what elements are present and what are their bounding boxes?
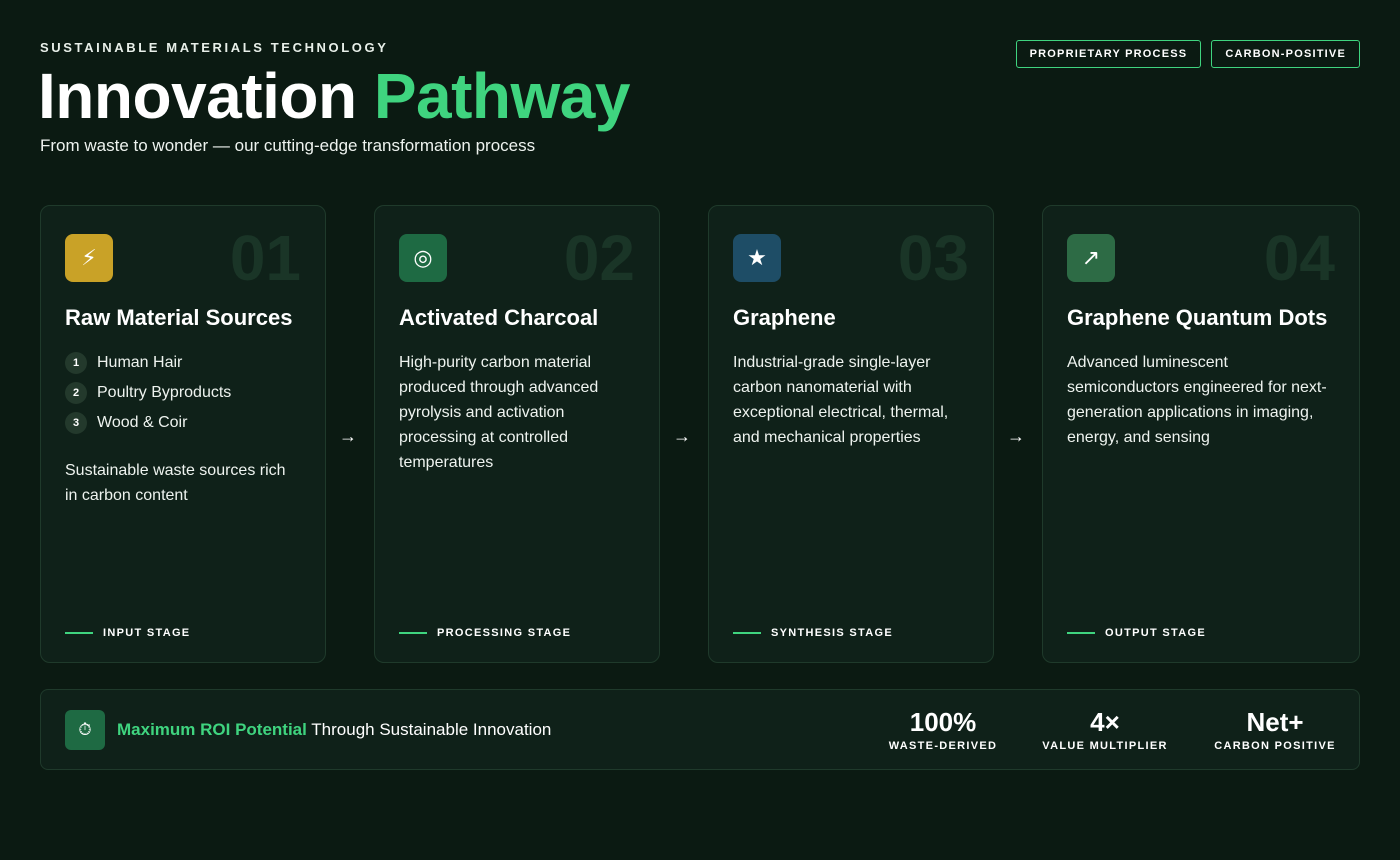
roi-statement: Maximum ROI Potential Through Sustainabl… xyxy=(117,720,551,740)
stage-title: Raw Material Sources xyxy=(65,305,293,330)
stat-label: CARBON POSITIVE xyxy=(1214,740,1336,752)
arrow-up-right-icon: ↗ xyxy=(1067,234,1115,282)
stage-number: 04 xyxy=(1263,222,1335,294)
stat-label: WASTE-DERIVED xyxy=(888,740,998,752)
stage-divider xyxy=(65,632,93,634)
title-accent: Pathway xyxy=(373,60,631,132)
list-item: 1 Human Hair xyxy=(65,348,301,378)
stage-label: SYNTHESIS STAGE xyxy=(733,627,893,639)
arrow-right-icon: → xyxy=(673,426,691,446)
stat-value: 100% xyxy=(909,707,977,737)
stopwatch-icon: ⏱ xyxy=(65,710,105,750)
roi-highlight: Maximum ROI Potential xyxy=(117,720,307,739)
stage-card-activated-charcoal: ◎ 02 Activated Charcoal High-purity carb… xyxy=(374,205,660,663)
eyebrow: SUSTAINABLE MATERIALS TECHNOLOGY xyxy=(40,40,389,55)
stage-label: OUTPUT STAGE xyxy=(1067,627,1206,639)
stage-title: Graphene Quantum Dots xyxy=(1067,305,1328,330)
badge-proprietary-process: PROPRIETARY PROCESS xyxy=(1015,40,1202,68)
list-item-label: Poultry Byproducts xyxy=(97,384,232,401)
badge-carbon-positive: CARBON-POSITIVE xyxy=(1211,40,1360,68)
stage-card-raw-material: ⚡ 01 Raw Material Sources 1 Human Hair 2… xyxy=(40,205,326,663)
stage-number: 03 xyxy=(897,222,969,294)
arrow-right-icon: → xyxy=(1007,426,1025,446)
stat-value: 4× xyxy=(1090,707,1120,737)
stage-number: 02 xyxy=(563,222,635,294)
stage-label: INPUT STAGE xyxy=(65,627,190,639)
stat-label: VALUE MULTIPLIER xyxy=(1042,740,1168,752)
list-item-label: Wood & Coir xyxy=(97,414,188,431)
target-icon: ◎ xyxy=(399,234,447,282)
stage-description: Advanced luminescent semiconductors engi… xyxy=(1067,354,1327,446)
arrow-right-icon: → xyxy=(339,426,357,446)
stat-waste-derived: 100% WASTE-DERIVED xyxy=(865,706,1021,752)
stage-label-text: OUTPUT STAGE xyxy=(1105,627,1206,639)
stage-label-text: SYNTHESIS STAGE xyxy=(771,627,893,639)
list-item: 2 Poultry Byproducts xyxy=(65,378,301,408)
stage-card-graphene-quantum-dots: ↗ 04 Graphene Quantum Dots Advanced lumi… xyxy=(1042,205,1360,663)
title-main: Innovation xyxy=(38,60,357,132)
roi-footer-panel: ⏱ Maximum ROI Potential Through Sustaina… xyxy=(40,689,1360,770)
roi-text: Through Sustainable Innovation xyxy=(306,720,552,739)
stage-title: Activated Charcoal xyxy=(399,305,599,330)
stat-value: Net+ xyxy=(1246,707,1304,737)
stage-number: 01 xyxy=(229,222,301,294)
star-icon: ★ xyxy=(733,234,781,282)
stage-description: Industrial-grade single-layer carbon nan… xyxy=(733,354,949,446)
stat-value-multiplier: 4× VALUE MULTIPLIER xyxy=(1029,706,1181,752)
stage-divider xyxy=(1067,632,1095,634)
stage-label: PROCESSING STAGE xyxy=(399,627,571,639)
list-number-badge: 3 xyxy=(65,412,87,434)
page-title: Innovation Pathway xyxy=(38,58,630,134)
stage-title: Graphene xyxy=(733,305,836,330)
stage-description: Sustainable waste sources rich in carbon… xyxy=(65,462,286,504)
stage-description: High-purity carbon material produced thr… xyxy=(399,354,599,471)
list-number-badge: 1 xyxy=(65,352,87,374)
list-number-badge: 2 xyxy=(65,382,87,404)
lightning-icon: ⚡ xyxy=(65,234,113,282)
stage-label-text: INPUT STAGE xyxy=(103,627,191,639)
source-list: 1 Human Hair 2 Poultry Byproducts 3 Wood… xyxy=(65,348,301,438)
list-item: 3 Wood & Coir xyxy=(65,408,301,438)
stage-divider xyxy=(399,632,427,634)
list-item-label: Human Hair xyxy=(97,354,183,371)
stage-divider xyxy=(733,632,761,634)
stat-carbon-positive: Net+ CARBON POSITIVE xyxy=(1199,706,1351,752)
stage-label-text: PROCESSING STAGE xyxy=(437,627,572,639)
subtitle: From waste to wonder — our cutting-edge … xyxy=(40,136,536,155)
badge-group: PROPRIETARY PROCESS CARBON-POSITIVE xyxy=(1015,40,1360,68)
stage-card-graphene: ★ 03 Graphene Industrial-grade single-la… xyxy=(708,205,994,663)
